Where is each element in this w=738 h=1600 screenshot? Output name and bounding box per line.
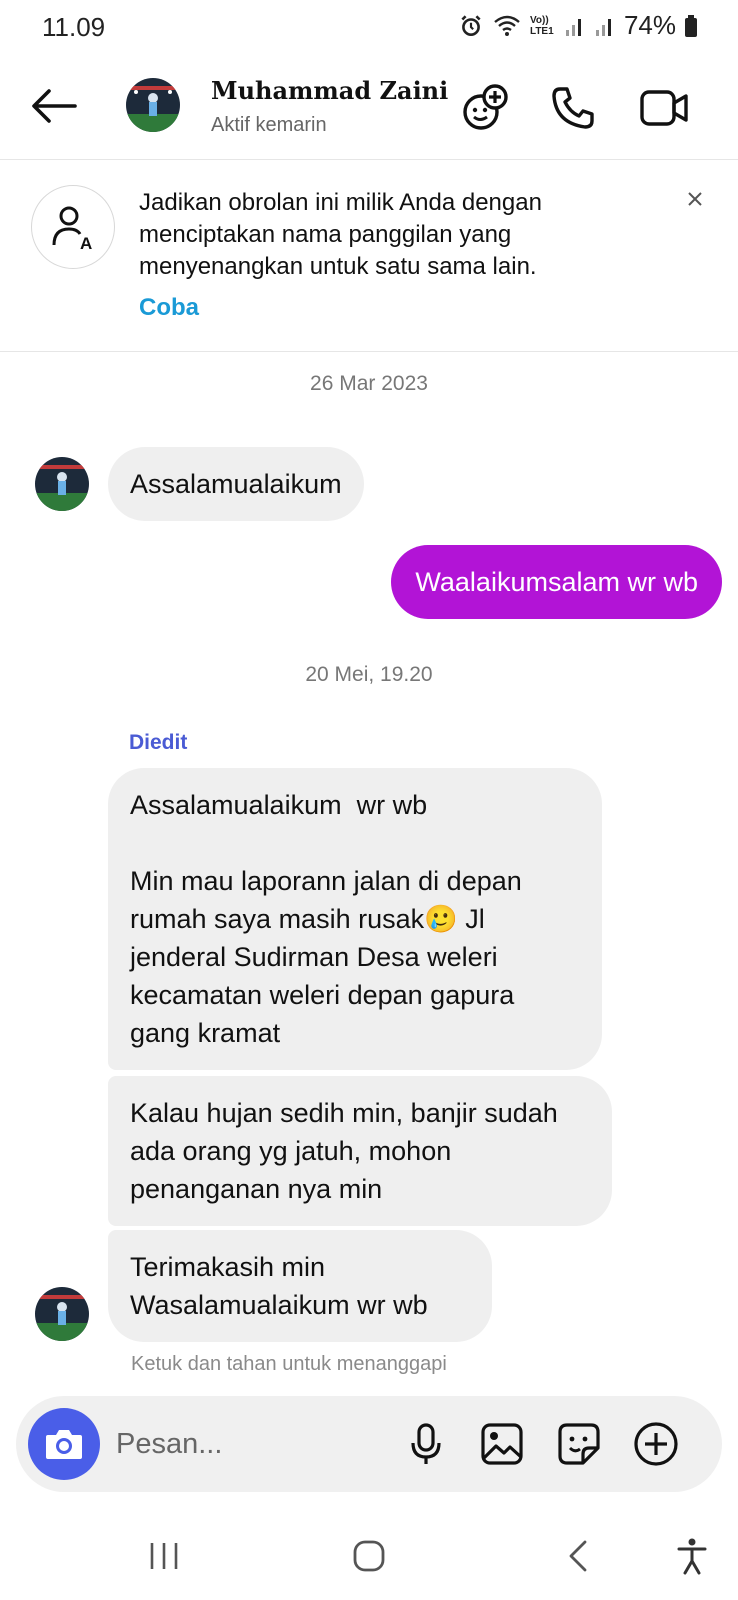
video-call-button[interactable]	[636, 80, 692, 136]
svg-text:A: A	[80, 234, 92, 251]
sticker-button[interactable]	[555, 1420, 603, 1468]
incoming-message[interactable]: Kalau hujan sedih min, banjir sudah ada …	[108, 1076, 612, 1226]
system-navigation-bar	[0, 1508, 738, 1600]
incoming-message[interactable]: Terimakasih min Wasalamualaikum wr wb	[108, 1230, 492, 1342]
sticker-icon	[558, 1423, 600, 1465]
accessibility-icon	[677, 1538, 707, 1575]
recent-apps-icon	[150, 1543, 178, 1569]
arrow-left-icon	[32, 89, 77, 123]
date-separator: 20 Mei, 19.20	[305, 663, 433, 686]
status-bar: 11.09 Vo)) LTE1 74%	[0, 0, 738, 56]
network-label: Vo)) LTE1	[529, 14, 554, 37]
nickname-banner: A Jadikan obrolan ini milik Anda dengan …	[0, 160, 738, 352]
status-time: 11.09	[42, 12, 106, 42]
microphone-icon	[411, 1423, 441, 1464]
phone-icon	[552, 87, 594, 129]
contact-name[interactable]: Muhammad Zaini	[211, 76, 448, 105]
camera-icon	[46, 1430, 82, 1459]
add-friends-icon	[463, 84, 508, 130]
try-nickname-link[interactable]: Coba	[139, 294, 199, 322]
message-composer	[16, 1396, 722, 1492]
date-separator: 26 Mar 2023	[310, 372, 428, 395]
voice-message-button[interactable]	[402, 1420, 450, 1468]
home-button[interactable]	[345, 1532, 393, 1580]
incoming-message[interactable]: Assalamualaikum wr wb Min mau laporann j…	[108, 768, 602, 1070]
video-call-icon	[640, 90, 688, 126]
voice-call-button[interactable]	[545, 80, 601, 136]
add-friends-button[interactable]	[457, 80, 513, 136]
sender-avatar[interactable]	[35, 457, 89, 511]
tap-hold-hint: Ketuk dan tahan untuk menanggapi	[131, 1353, 447, 1375]
wifi-icon	[494, 15, 520, 36]
back-button[interactable]	[28, 80, 80, 132]
banner-close-button[interactable]	[682, 186, 708, 212]
message-input[interactable]	[116, 1422, 386, 1466]
outgoing-message[interactable]: Waalaikumsalam wr wb	[391, 545, 722, 619]
chevron-left-icon	[569, 1540, 587, 1572]
nickname-banner-text: Jadikan obrolan ini milik Anda dengan me…	[139, 189, 542, 280]
more-options-button[interactable]	[632, 1420, 680, 1468]
plus-icon	[634, 1422, 678, 1466]
gallery-icon	[481, 1423, 523, 1465]
signal-icon-1	[565, 18, 581, 36]
edited-label: Diedit	[129, 731, 188, 754]
chat-header: Muhammad Zaini Aktif kemarin	[0, 56, 738, 160]
battery-icon	[685, 14, 697, 37]
home-icon	[353, 1540, 385, 1572]
camera-button[interactable]	[28, 1408, 100, 1480]
sender-avatar[interactable]	[35, 1287, 89, 1341]
signal-icon-2	[595, 18, 611, 36]
incoming-message[interactable]: Assalamualaikum	[108, 447, 364, 521]
battery-percent: 74%	[623, 10, 676, 40]
nickname-icon: A	[31, 185, 115, 269]
status-icons: Vo)) LTE1 74%	[458, 10, 698, 41]
contact-status: Aktif kemarin	[211, 114, 327, 136]
contact-avatar[interactable]	[126, 78, 180, 132]
accessibility-button[interactable]	[668, 1532, 716, 1580]
recent-apps-button[interactable]	[140, 1532, 188, 1580]
close-icon	[688, 192, 702, 206]
back-nav-button[interactable]	[554, 1532, 602, 1580]
gallery-button[interactable]	[478, 1420, 526, 1468]
alarm-icon	[461, 14, 481, 36]
